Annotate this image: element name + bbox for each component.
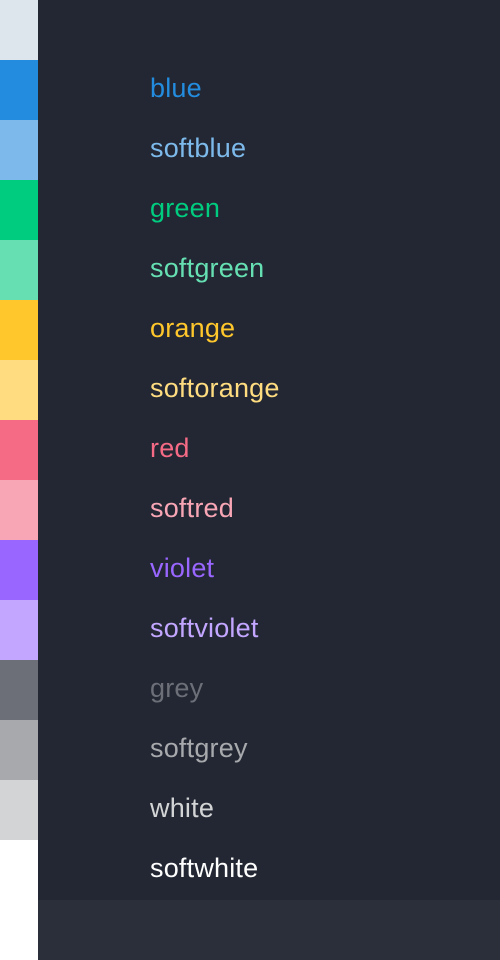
- footer-bar: [38, 900, 500, 960]
- color-list: blue softblue green softgreen orange softoran…: [150, 58, 280, 898]
- color-label-white: white: [150, 793, 215, 823]
- swatch-white: [0, 780, 38, 840]
- swatch-top: [0, 0, 38, 60]
- color-label-softblue: softblue: [150, 133, 247, 163]
- swatch-softgrey: [0, 720, 38, 780]
- color-label-blue: blue: [150, 73, 202, 103]
- swatch-softorange: [0, 360, 38, 420]
- swatch-column: [0, 0, 38, 960]
- color-label-grey: grey: [150, 673, 204, 703]
- swatch-red: [0, 420, 38, 480]
- swatch-softblue: [0, 120, 38, 180]
- swatch-softred: [0, 480, 38, 540]
- color-label-red: red: [150, 433, 190, 463]
- swatch-softwhite: [0, 840, 38, 900]
- swatch-violet: [0, 540, 38, 600]
- swatch-bottom: [0, 900, 38, 960]
- swatch-softgreen: [0, 240, 38, 300]
- color-palette-view: blue softblue green softgreen orange softoran…: [0, 0, 500, 960]
- color-label-softviolet: softviolet: [150, 613, 259, 643]
- color-label-softorange: softorange: [150, 373, 280, 403]
- swatch-softviolet: [0, 600, 38, 660]
- swatch-blue: [0, 60, 38, 120]
- color-label-orange: orange: [150, 313, 236, 343]
- swatch-green: [0, 180, 38, 240]
- color-label-softwhite: softwhite: [150, 853, 259, 883]
- color-label-softgrey: softgrey: [150, 733, 248, 763]
- color-label-softgreen: softgreen: [150, 253, 265, 283]
- main-panel: blue softblue green softgreen orange softoran…: [38, 0, 500, 900]
- swatch-orange: [0, 300, 38, 360]
- swatch-grey: [0, 660, 38, 720]
- color-label-violet: violet: [150, 553, 215, 583]
- color-label-green: green: [150, 193, 221, 223]
- color-label-softred: softred: [150, 493, 234, 523]
